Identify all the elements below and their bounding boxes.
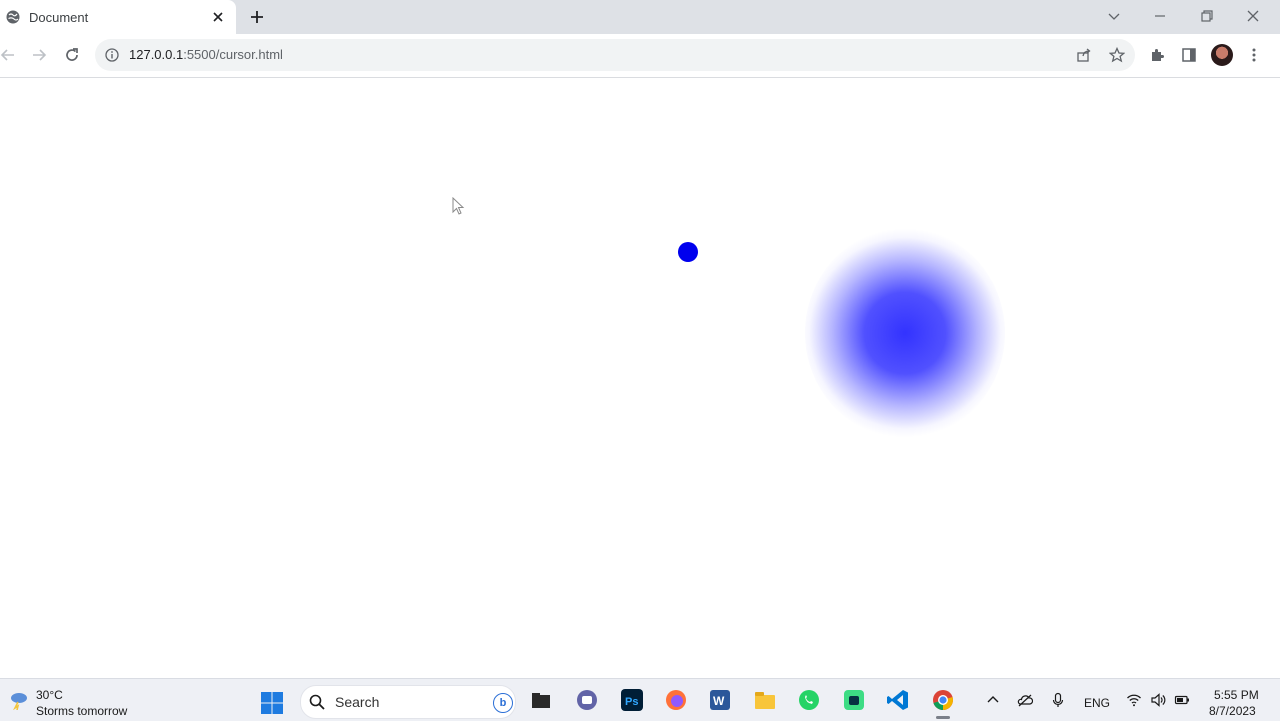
clock-date[interactable]: 8/7/2023: [1209, 704, 1256, 718]
android-studio-icon[interactable]: [841, 687, 867, 713]
url-text[interactable]: 127.0.0.1:5500/cursor.html: [129, 47, 283, 62]
taskbar-search[interactable]: Search b: [300, 685, 516, 719]
photoshop-icon[interactable]: Ps: [619, 687, 645, 713]
minimize-icon[interactable]: [1152, 8, 1168, 24]
word-icon[interactable]: W: [707, 687, 733, 713]
cursor-glow: [805, 228, 1005, 438]
microphone-icon[interactable]: [1050, 692, 1066, 708]
browser-toolbar: 127.0.0.1:5500/cursor.html: [0, 34, 1280, 78]
battery-icon[interactable]: [1174, 692, 1190, 708]
tab-strip: Document: [0, 0, 1280, 34]
teams-chat-icon[interactable]: [574, 687, 600, 713]
extension-icon[interactable]: [1149, 47, 1165, 63]
url-host: 127.0.0.1: [129, 47, 184, 62]
storm-cloud-icon[interactable]: [8, 690, 30, 710]
back-arrow-icon[interactable]: [0, 47, 16, 63]
onedrive-icon[interactable]: [1017, 692, 1033, 708]
restore-icon[interactable]: [1199, 8, 1215, 24]
info-icon[interactable]: [105, 48, 119, 62]
chrome-icon[interactable]: [930, 687, 956, 713]
taskbar: 30°C Storms tomorrow Search b Ps W ENG 5…: [0, 678, 1280, 721]
forward-arrow-icon[interactable]: [31, 47, 47, 63]
volume-icon[interactable]: [1150, 692, 1166, 708]
search-icon: [309, 694, 325, 710]
whatsapp-icon[interactable]: [796, 687, 822, 713]
svg-text:W: W: [713, 694, 725, 708]
file-explorer-icon[interactable]: [528, 687, 554, 713]
active-app-indicator: [936, 716, 950, 719]
plus-icon[interactable]: [248, 8, 266, 26]
profile-avatar[interactable]: [1211, 44, 1233, 66]
menu-icon[interactable]: [1246, 47, 1262, 63]
globe-icon: [6, 10, 20, 24]
url-path: :5500/cursor.html: [183, 47, 283, 62]
page-viewport[interactable]: [0, 78, 1280, 678]
search-label: Search: [335, 694, 380, 710]
star-icon[interactable]: [1109, 47, 1125, 63]
sidepanel-icon[interactable]: [1181, 47, 1197, 63]
svg-text:Ps: Ps: [625, 696, 638, 708]
tab-document[interactable]: Document: [0, 0, 236, 34]
folder-icon[interactable]: [752, 687, 778, 713]
tab-title: Document: [29, 10, 89, 25]
firefox-icon[interactable]: [663, 687, 689, 713]
share-icon[interactable]: [1076, 47, 1092, 63]
chevron-up-icon[interactable]: [985, 692, 1001, 708]
close-icon[interactable]: [210, 9, 226, 25]
weather-temperature[interactable]: 30°C: [36, 688, 63, 702]
language-indicator[interactable]: ENG: [1084, 696, 1110, 710]
cursor-dot: [678, 242, 698, 262]
mouse-pointer-icon: [452, 197, 465, 215]
reload-icon[interactable]: [64, 47, 80, 63]
window-close-icon[interactable]: [1245, 8, 1261, 24]
address-bar[interactable]: 127.0.0.1:5500/cursor.html: [95, 39, 1135, 71]
clock-time[interactable]: 5:55 PM: [1214, 688, 1259, 702]
vscode-icon[interactable]: [885, 687, 911, 713]
bing-icon[interactable]: b: [493, 693, 513, 713]
wifi-icon[interactable]: [1126, 692, 1142, 708]
chevron-down-icon[interactable]: [1106, 8, 1122, 24]
windows-start-icon[interactable]: [260, 691, 284, 715]
weather-description[interactable]: Storms tomorrow: [36, 704, 127, 718]
